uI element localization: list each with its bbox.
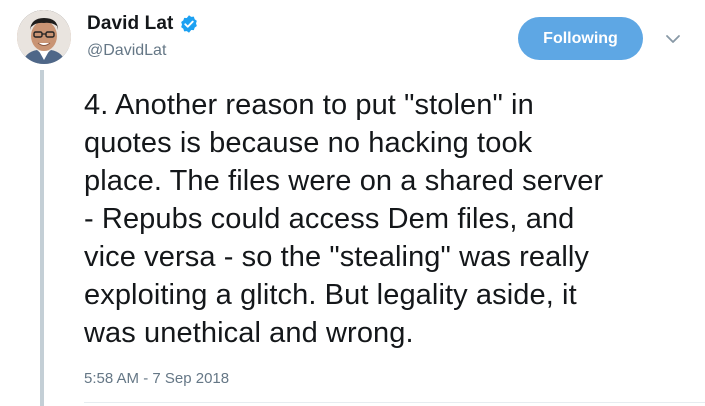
tweet-text: 4. Another reason to put "stolen" in quo…: [84, 86, 684, 352]
thread-connector-line: [40, 70, 44, 406]
chevron-down-icon[interactable]: [664, 32, 682, 46]
divider: [84, 402, 705, 403]
author-name-row: David Lat: [87, 13, 199, 35]
profile-photo: [17, 10, 71, 64]
author-handle[interactable]: @DavidLat: [87, 42, 199, 60]
tweet-text-line: place. The files were on a shared server: [84, 165, 604, 197]
tweet-text-line: exploiting a glitch. But legality aside,…: [84, 279, 577, 311]
author-name[interactable]: David Lat: [87, 13, 173, 35]
tweet-text-line: was unethical and wrong.: [84, 317, 414, 349]
tweet-text-line: vice versa - so the "stealing" was reall…: [84, 241, 590, 273]
verified-badge-icon: [179, 14, 199, 34]
author-block: David Lat @DavidLat: [87, 13, 199, 60]
tweet-text-line: 4. Another reason to put "stolen" in: [84, 89, 534, 121]
following-button[interactable]: Following: [518, 17, 643, 60]
tweet-text-line: - Repubs could access Dem files, and: [84, 203, 575, 235]
tweet-timestamp[interactable]: 5:58 AM - 7 Sep 2018: [84, 370, 229, 387]
tweet-text-line: quotes is because no hacking took: [84, 127, 533, 159]
avatar[interactable]: [17, 10, 71, 64]
